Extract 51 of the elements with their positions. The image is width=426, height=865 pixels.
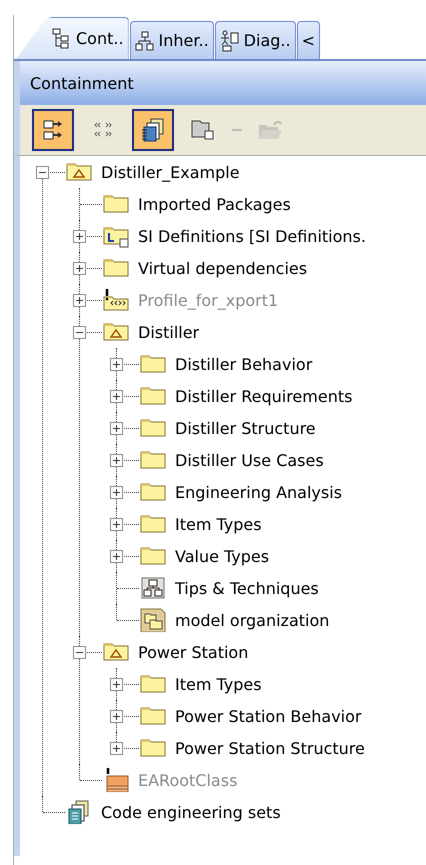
tab[interactable]: Cont.. (16, 17, 129, 59)
tree-item[interactable]: Distiller Use Cases (175, 450, 324, 470)
tree-item[interactable]: Power Station Behavior (175, 706, 362, 726)
expand-icon[interactable] (73, 294, 86, 306)
profile-icon (103, 288, 129, 312)
tree-item[interactable]: Distiller Behavior (175, 354, 312, 374)
expand-icon[interactable] (73, 230, 86, 242)
panel-title: Containment (14, 61, 426, 105)
folder-tree-icon (191, 119, 215, 141)
tree-item[interactable]: Imported Packages (138, 194, 291, 214)
tab[interactable]: Inher.. (130, 21, 214, 59)
open-folder-icon (258, 119, 284, 141)
tree-item[interactable]: SI Definitions [SI Definitions. (138, 226, 366, 246)
hierarchy-icon (134, 30, 155, 50)
diagram-icon (140, 576, 166, 600)
expand-icon[interactable] (110, 486, 123, 498)
toolbar-button[interactable] (132, 109, 174, 151)
tree-item[interactable]: Distiller Structure (175, 418, 316, 438)
expand-icon[interactable] (110, 518, 123, 530)
expand-icon[interactable] (110, 454, 123, 466)
tree-item[interactable]: Tips & Techniques (175, 578, 319, 598)
expand-icon[interactable] (110, 422, 123, 434)
collapse-icon[interactable] (73, 646, 86, 658)
toolbar-button[interactable] (32, 109, 74, 151)
tree-item[interactable]: Distiller Requirements (175, 386, 352, 406)
expand-icon[interactable] (110, 358, 123, 370)
tree-item[interactable]: Distiller (138, 322, 200, 342)
tree-item[interactable]: Virtual dependencies (138, 258, 308, 278)
tree-item[interactable]: Engineering Analysis (175, 482, 342, 502)
expand-icon[interactable] (110, 742, 123, 754)
package-diagram-icon (140, 608, 166, 632)
expand-icon[interactable] (73, 262, 86, 274)
tree-item[interactable]: model organization (175, 610, 330, 630)
arrange-icon (42, 119, 64, 141)
expand-icon[interactable] (110, 390, 123, 402)
tree-item[interactable]: Item Types (175, 514, 262, 534)
documents-icon (140, 117, 166, 143)
tree-item[interactable]: Item Types (175, 674, 262, 694)
tree-item[interactable]: Distiller_Example (101, 162, 240, 182)
expand-icon[interactable] (110, 550, 123, 562)
tree-item[interactable]: Power Station (138, 642, 248, 662)
collapse-icon[interactable] (73, 326, 86, 338)
tree-item[interactable]: Code engineering sets (101, 802, 281, 822)
collapse-icon[interactable] (36, 166, 49, 178)
diagram-icon (220, 30, 240, 52)
tab[interactable]: Diag.. (214, 21, 296, 59)
expand-icon[interactable] (110, 678, 123, 690)
tree-item[interactable]: Value Types (175, 546, 270, 566)
tree-item[interactable]: Power Station Structure (175, 738, 365, 758)
expand-icon[interactable] (110, 710, 123, 722)
tab[interactable]: < (296, 21, 320, 59)
